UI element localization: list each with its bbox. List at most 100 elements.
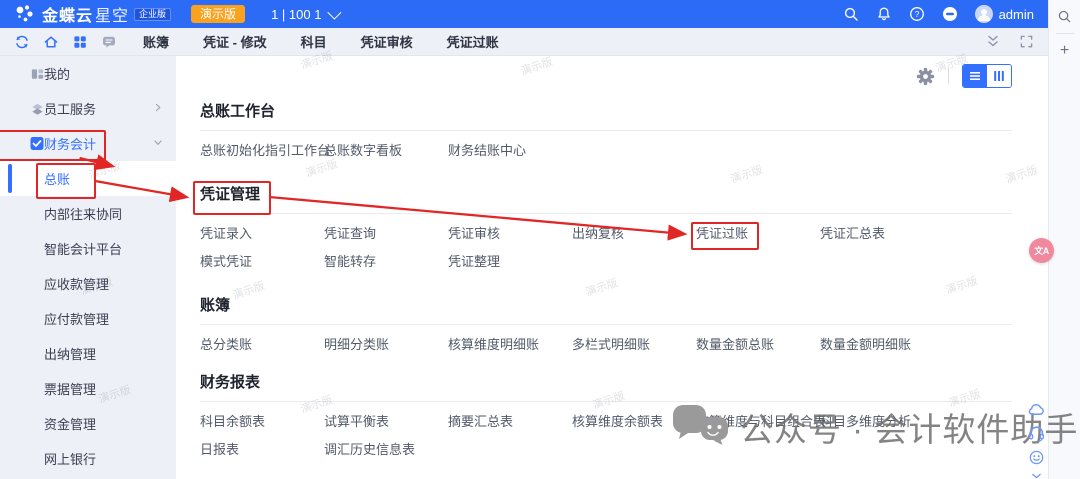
search-icon[interactable] [843,6,859,22]
menu-item[interactable]: 核算维度余额表 [572,414,696,430]
list-view-button[interactable] [963,65,987,87]
menu-item[interactable]: 日报表 [200,442,324,458]
brand-suffix: 星空 [95,2,129,26]
menu-item[interactable]: 摘要汇总表 [448,414,572,430]
menu-item[interactable]: 出纳复核 [572,226,696,242]
tab-voucher-modify[interactable]: 凭证 - 修改 [203,32,267,51]
content-toolbar [200,56,1012,96]
column-view-button[interactable] [987,65,1011,87]
sidebar-item-intelligent-accounting[interactable]: 智能会计平台 [0,231,176,266]
menu-item[interactable]: 凭证审核 [448,226,572,242]
org-selector-label: 1 | 100 1 [271,7,321,22]
apps-grid-icon[interactable] [72,34,88,50]
status-dnd-icon[interactable] [942,6,958,22]
menu-item[interactable]: 总账数字看板 [324,143,448,159]
tab-account-books[interactable]: 账簿 [143,32,169,51]
edition-badge: 企业版 [134,8,171,21]
fullscreen-icon[interactable] [1019,34,1034,49]
user-menu[interactable]: admin [975,5,1034,23]
sidebar-item-bill-management[interactable]: 票据管理 [0,371,176,406]
refresh-icon[interactable] [14,34,30,50]
sidebar-item-cashier-management[interactable]: 出纳管理 [0,336,176,371]
section-title-gl-workbench: 总账工作台 [200,102,275,122]
menu-item[interactable]: 科目多维度分析 [820,414,944,430]
menu-item[interactable]: 多栏式明细账 [572,337,696,353]
app-window: 金蝶云 星空 企业版 演示版 1 | 100 1 ? [0,0,1080,479]
floating-actions [1027,401,1046,479]
section-divider [200,401,1012,402]
menu-item[interactable]: 凭证过账 [696,226,820,242]
translate-icon[interactable]: 文A [1029,238,1054,263]
sidebar-item-ap-management[interactable]: 应付款管理 [0,301,176,336]
menu-item[interactable]: 凭证查询 [324,226,448,242]
sidebar-item-fund-management[interactable]: 资金管理 [0,406,176,441]
double-chevron-down-icon[interactable] [1029,473,1044,479]
menu-item[interactable]: 总分类账 [200,337,324,353]
section-title-account-books: 账簿 [200,296,230,316]
menu-item[interactable]: 明细分类账 [324,337,448,353]
menu-item[interactable]: 调汇历史信息表 [324,442,448,458]
brand-name: 金蝶云 [42,2,93,26]
sidebar-item-internal-transactions[interactable]: 内部往来协同 [0,196,176,231]
sidebar-item-online-banking[interactable]: 网上银行 [0,441,176,476]
org-selector[interactable]: 1 | 100 1 [271,7,338,22]
menu-item[interactable]: 科目余额表 [200,414,324,430]
add-icon[interactable]: + [1060,43,1069,59]
sidebar-nav: 我的员工服务财务会计总账内部往来协同智能会计平台应收款管理应付款管理出纳管理票据… [0,56,176,479]
menu-item[interactable]: 智能转存 [324,254,448,270]
section-title-financial-reports: 财务报表 [200,373,260,393]
collapse-tabs-icon[interactable] [985,34,1001,49]
notification-bell-icon[interactable] [876,6,892,22]
menu-item[interactable]: 数量金额总账 [696,337,820,353]
right-rail: + [1048,0,1080,479]
section-gl-workbench: 总账工作台总账初始化指引工作台总账数字看板财务结账中心 [200,102,1012,159]
section-divider [200,324,1012,325]
cloud-icon[interactable] [1027,401,1046,417]
home-icon[interactable] [43,34,59,50]
gear-icon[interactable] [916,67,935,86]
sidebar-item-online-banking-label: 网上银行 [0,449,96,468]
svg-text:?: ? [914,9,919,19]
sidebar-item-employee-services-label: 员工服务 [0,99,96,118]
rail-search-icon[interactable] [1057,9,1072,24]
menu-item[interactable]: 试算平衡表 [324,414,448,430]
headset-icon[interactable] [1027,424,1046,442]
menu-item[interactable]: 核算维度明细账 [448,337,572,353]
message-icon[interactable] [101,34,117,50]
menu-item[interactable]: 财务结账中心 [448,143,572,159]
menu-item[interactable]: 数量金额明细账 [820,337,944,353]
tab-subjects[interactable]: 科目 [301,32,327,51]
menu-item[interactable]: 核算维度与科目组合表 [696,414,820,430]
tab-toolbar: 账簿 凭证 - 修改 科目 凭证审核 凭证过账 [0,28,1048,56]
sidebar-item-general-ledger[interactable]: 总账 [0,161,176,196]
tab-voucher-posting[interactable]: 凭证过账 [447,32,499,51]
sidebar-item-finance-accounting[interactable]: 财务会计 [0,126,176,161]
smiley-icon[interactable] [1028,449,1045,466]
sidebar-item-ap-management-label: 应付款管理 [0,309,109,328]
username: admin [999,7,1034,22]
sidebar-item-employee-services[interactable]: 员工服务 [0,91,176,126]
sidebar-item-fund-management-label: 资金管理 [0,414,96,433]
sidebar-item-internal-transactions-label: 内部往来协同 [0,204,122,223]
menu-item[interactable]: 凭证汇总表 [820,226,944,242]
menu-item[interactable]: 总账初始化指引工作台 [200,143,324,159]
menu-item[interactable]: 模式凭证 [200,254,324,270]
avatar [975,5,993,23]
kingdee-logo-icon [14,3,36,25]
menu-item[interactable]: 凭证录入 [200,226,324,242]
section-divider [200,130,1012,131]
top-header: 金蝶云 星空 企业版 演示版 1 | 100 1 ? [0,0,1048,28]
tab-voucher-audit[interactable]: 凭证审核 [361,32,413,51]
sidebar-item-my[interactable]: 我的 [0,56,176,91]
help-icon[interactable]: ? [909,6,925,22]
view-toggle [962,64,1012,88]
sidebar-item-bill-management-label: 票据管理 [0,379,96,398]
sidebar-item-my-label: 我的 [0,64,70,83]
section-voucher-management: 凭证管理凭证录入凭证查询凭证审核出纳复核凭证过账凭证汇总表模式凭证智能转存凭证整… [200,185,1012,270]
divider [948,68,949,84]
sidebar-item-ar-management[interactable]: 应收款管理 [0,266,176,301]
divider [1056,33,1074,34]
section-financial-reports: 财务报表科目余额表试算平衡表摘要汇总表核算维度余额表核算维度与科目组合表科目多维… [200,373,1012,458]
menu-item[interactable]: 凭证整理 [448,254,572,270]
sidebar-item-ar-management-label: 应收款管理 [0,274,109,293]
